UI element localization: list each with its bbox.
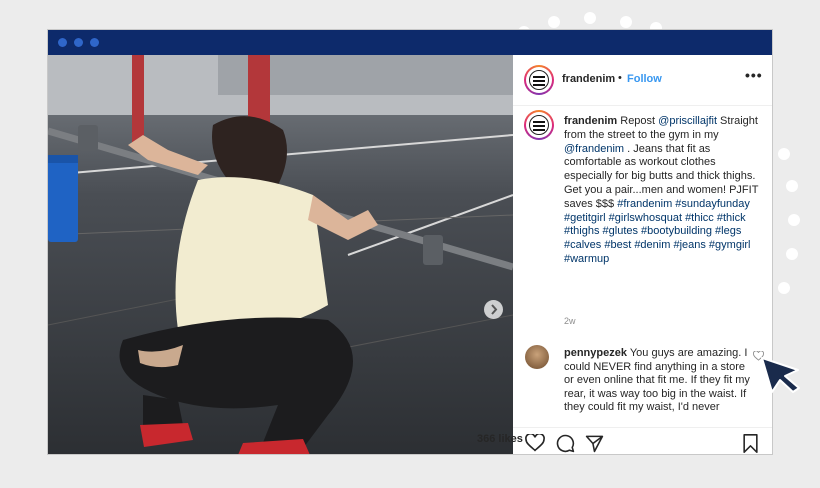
brand-logo-icon	[529, 115, 549, 135]
likes-count[interactable]: 366 likes	[477, 433, 523, 445]
post-side-panel: frandenim • Follow ••• frandenim Repost …	[513, 55, 772, 454]
bookmark-icon[interactable]	[742, 434, 759, 453]
post-timestamp[interactable]: 2w	[564, 316, 576, 326]
next-image-button[interactable]	[484, 300, 503, 319]
chevron-right-icon	[491, 304, 498, 315]
bg-dot	[786, 248, 798, 260]
comment: pennypezek You guys are amazing. I could…	[564, 347, 752, 426]
caption-avatar[interactable]	[524, 110, 554, 140]
follow-button[interactable]: Follow	[627, 73, 662, 85]
header-username[interactable]: frandenim	[562, 73, 615, 85]
bg-dot	[788, 214, 800, 226]
bg-dot	[548, 16, 560, 28]
browser-window: frandenim • Follow ••• frandenim Repost …	[47, 29, 773, 455]
caption-username[interactable]: frandenim	[564, 115, 617, 127]
comment-icon[interactable]	[556, 434, 575, 453]
commenter-avatar[interactable]	[525, 345, 549, 369]
bg-dot	[786, 180, 798, 192]
window-minimize-dot[interactable]	[74, 38, 83, 47]
more-options-button[interactable]: •••	[745, 67, 763, 83]
post-photo[interactable]	[48, 55, 513, 454]
window-close-dot[interactable]	[58, 38, 67, 47]
mouse-pointer-icon	[761, 357, 800, 393]
profile-avatar[interactable]	[524, 65, 554, 95]
paper-plane-icon[interactable]	[585, 434, 604, 453]
mention-frandenim[interactable]: @frandenim	[564, 143, 624, 155]
heart-icon[interactable]	[525, 434, 545, 452]
bg-dot	[620, 16, 632, 28]
bg-dot	[778, 282, 790, 294]
squat-photo-illustration	[48, 55, 513, 454]
window-titlebar	[48, 30, 772, 55]
post-caption: frandenim Repost @priscillajfit Straight…	[564, 115, 764, 267]
mention-priscillajfit[interactable]: @priscillajfit	[658, 115, 717, 127]
post-actions-bar	[513, 427, 772, 454]
comment-username[interactable]: pennypezek	[564, 347, 627, 359]
bg-dot	[584, 12, 596, 24]
bg-dot	[778, 148, 790, 160]
header-separator: •	[618, 72, 622, 84]
caption-prefix: Repost	[617, 115, 659, 127]
window-maximize-dot[interactable]	[90, 38, 99, 47]
post-header: frandenim • Follow •••	[513, 55, 772, 106]
brand-logo-icon	[529, 70, 549, 90]
